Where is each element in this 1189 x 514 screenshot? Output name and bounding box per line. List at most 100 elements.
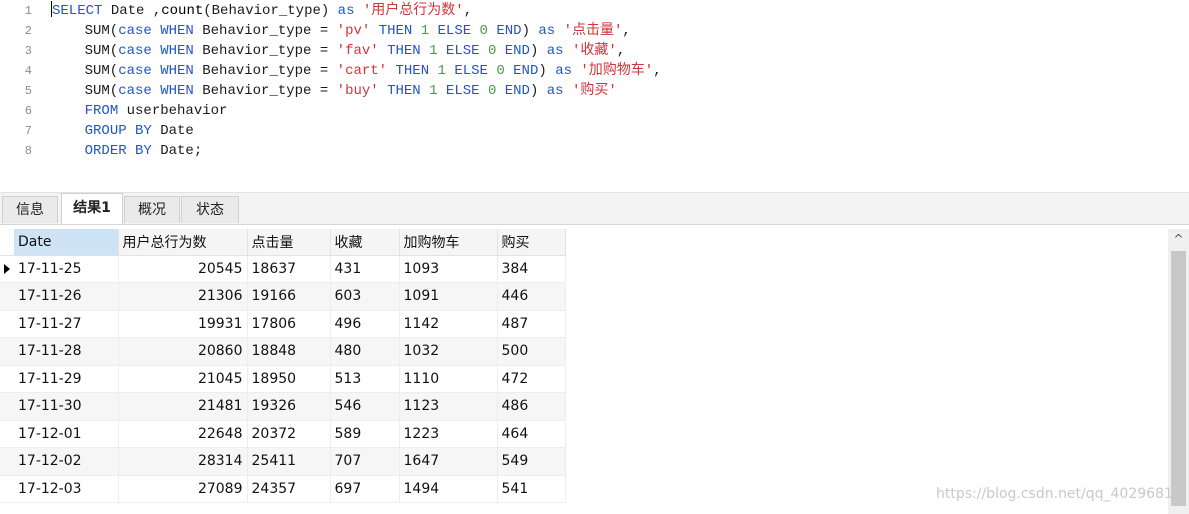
table-cell[interactable]: 20860 — [118, 337, 248, 366]
result-tabs: 信息 结果1 概况 状态 — [0, 192, 1189, 225]
table-cell[interactable]: 28314 — [118, 447, 248, 476]
table-row[interactable]: 17-11-25 20545 18637 431 1093 384 — [0, 255, 566, 283]
tab-0[interactable]: 信息 — [2, 196, 58, 223]
code-line[interactable]: 1 SELECT Date ,count(Behavior_type) as '用… — [0, 1, 1189, 21]
table-cell[interactable]: 17-12-03 — [14, 475, 119, 503]
table-cell[interactable]: 25411 — [247, 447, 331, 476]
table-cell[interactable]: 21481 — [118, 392, 248, 421]
line-number: 7 — [24, 124, 32, 138]
table-cell[interactable]: 472 — [497, 365, 566, 393]
table-cell[interactable]: 17-11-25 — [14, 255, 119, 283]
code-line[interactable]: 2 SUM(case WHEN Behavior_type = 'pv' THE… — [0, 21, 1189, 41]
code-token: case WHEN — [118, 63, 194, 79]
code-token: SUM( — [51, 63, 119, 79]
code-line[interactable]: 8 ORDER BY Date; — [0, 141, 1189, 161]
table-cell[interactable]: 17806 — [247, 310, 331, 338]
table-cell[interactable]: 1223 — [399, 420, 498, 448]
table-cell[interactable]: 549 — [497, 447, 566, 476]
column-header[interactable]: 用户总行为数 — [118, 229, 248, 256]
table-cell[interactable]: 1142 — [399, 310, 498, 338]
table-cell[interactable]: 1647 — [399, 447, 498, 476]
table-cell[interactable]: 1093 — [399, 255, 498, 283]
table-row[interactable]: 17-11-30 21481 19326 546 1123 486 — [0, 392, 566, 421]
table-row[interactable]: 17-11-29 21045 18950 513 1110 472 — [0, 365, 566, 393]
column-header[interactable]: 收藏 — [330, 229, 400, 256]
code-token: SUM( — [51, 43, 119, 59]
table-cell[interactable]: 496 — [330, 310, 400, 338]
table-cell[interactable]: 486 — [497, 392, 566, 421]
table-row[interactable]: 17-12-01 22648 20372 589 1223 464 — [0, 420, 566, 448]
tab-1[interactable]: 结果1 — [61, 193, 123, 224]
table-row[interactable]: 17-11-28 20860 18848 480 1032 500 — [0, 337, 566, 366]
table-cell[interactable]: 431 — [330, 255, 400, 283]
table-cell[interactable]: 27089 — [118, 475, 248, 503]
line-number: 6 — [24, 104, 32, 118]
table-row[interactable]: 17-11-27 19931 17806 496 1142 487 — [0, 310, 566, 338]
table-cell[interactable]: 464 — [497, 420, 566, 448]
table-cell[interactable]: 17-11-26 — [14, 282, 119, 311]
table-cell[interactable]: 480 — [330, 337, 400, 366]
table-cell[interactable]: 18637 — [247, 255, 331, 283]
tab-2[interactable]: 概况 — [124, 196, 180, 223]
code-text: SUM(case WHEN Behavior_type = 'pv' THEN … — [51, 21, 631, 41]
column-header[interactable]: 加购物车 — [399, 229, 498, 256]
code-line[interactable]: 4 SUM(case WHEN Behavior_type = 'cart' T… — [0, 61, 1189, 81]
table-cell[interactable]: 18950 — [247, 365, 331, 393]
table-cell[interactable]: 707 — [330, 447, 400, 476]
code-line[interactable]: 3 SUM(case WHEN Behavior_type = 'fav' TH… — [0, 41, 1189, 61]
table-cell[interactable]: 17-11-29 — [14, 365, 119, 393]
code-line[interactable]: 7 GROUP BY Date — [0, 121, 1189, 141]
table-cell[interactable]: 17-11-30 — [14, 392, 119, 421]
result-grid[interactable]: Date 用户总行为数 点击量 收藏 加购物车 购买 17-11-25 20545 18637… — [0, 229, 566, 503]
table-cell[interactable]: 24357 — [247, 475, 331, 503]
table-cell[interactable]: 1110 — [399, 365, 498, 393]
table-cell[interactable]: 1032 — [399, 337, 498, 366]
table-cell[interactable]: 1091 — [399, 282, 498, 311]
table-cell[interactable]: 21306 — [118, 282, 248, 311]
table-cell[interactable]: 513 — [330, 365, 400, 393]
table-cell[interactable]: 589 — [330, 420, 400, 448]
table-row[interactable]: 17-12-03 27089 24357 697 1494 541 — [0, 475, 566, 503]
table-cell[interactable]: 603 — [330, 282, 400, 311]
table-cell[interactable]: 22648 — [118, 420, 248, 448]
vertical-scrollbar[interactable]: ^ — [1168, 229, 1189, 514]
table-cell[interactable]: 17-11-27 — [14, 310, 119, 338]
table-cell[interactable]: 1123 — [399, 392, 498, 421]
code-token: as — [538, 23, 556, 39]
table-cell[interactable]: 546 — [330, 392, 400, 421]
table-cell[interactable]: 18848 — [247, 337, 331, 366]
table-cell[interactable]: 19326 — [247, 392, 331, 421]
table-cell[interactable]: 20372 — [247, 420, 331, 448]
code-line[interactable]: 6 FROM userbehavior — [0, 101, 1189, 121]
table-cell[interactable]: 697 — [330, 475, 400, 503]
code-token: Behavior_type = — [193, 83, 337, 99]
column-header[interactable]: Date — [14, 229, 119, 256]
table-cell[interactable]: 17-12-01 — [14, 420, 119, 448]
sql-editor[interactable]: 1 SELECT Date ,count(Behavior_type) as '用… — [0, 0, 1189, 190]
code-text: SUM(case WHEN Behavior_type = 'fav' THEN… — [51, 41, 626, 61]
code-line[interactable]: 5 SUM(case WHEN Behavior_type = 'buy' TH… — [0, 81, 1189, 101]
column-header[interactable]: 购买 — [497, 229, 566, 256]
table-cell[interactable]: 17-11-28 — [14, 337, 119, 366]
scroll-up-icon[interactable]: ^ — [1168, 229, 1189, 249]
table-cell[interactable]: 17-12-02 — [14, 447, 119, 476]
table-cell[interactable]: 1494 — [399, 475, 498, 503]
table-cell[interactable]: 19931 — [118, 310, 248, 338]
code-token: Behavior_type = — [193, 43, 337, 59]
table-cell[interactable]: 20545 — [118, 255, 248, 283]
table-row[interactable]: 17-11-26 21306 19166 603 1091 446 — [0, 282, 566, 311]
table-row[interactable]: 17-12-02 28314 25411 707 1647 549 — [0, 447, 566, 476]
table-cell[interactable]: 21045 — [118, 365, 248, 393]
code-token: ) — [529, 83, 547, 99]
tab-3[interactable]: 状态 — [181, 196, 239, 223]
table-cell[interactable]: 500 — [497, 337, 566, 366]
table-cell[interactable]: 19166 — [247, 282, 331, 311]
table-cell[interactable]: 384 — [497, 255, 566, 283]
table-cell[interactable]: 487 — [497, 310, 566, 338]
column-header[interactable]: 点击量 — [247, 229, 331, 256]
table-cell[interactable]: 446 — [497, 282, 566, 311]
code-token: END — [513, 63, 539, 79]
table-cell[interactable]: 541 — [497, 475, 566, 503]
scroll-thumb[interactable] — [1171, 251, 1186, 506]
